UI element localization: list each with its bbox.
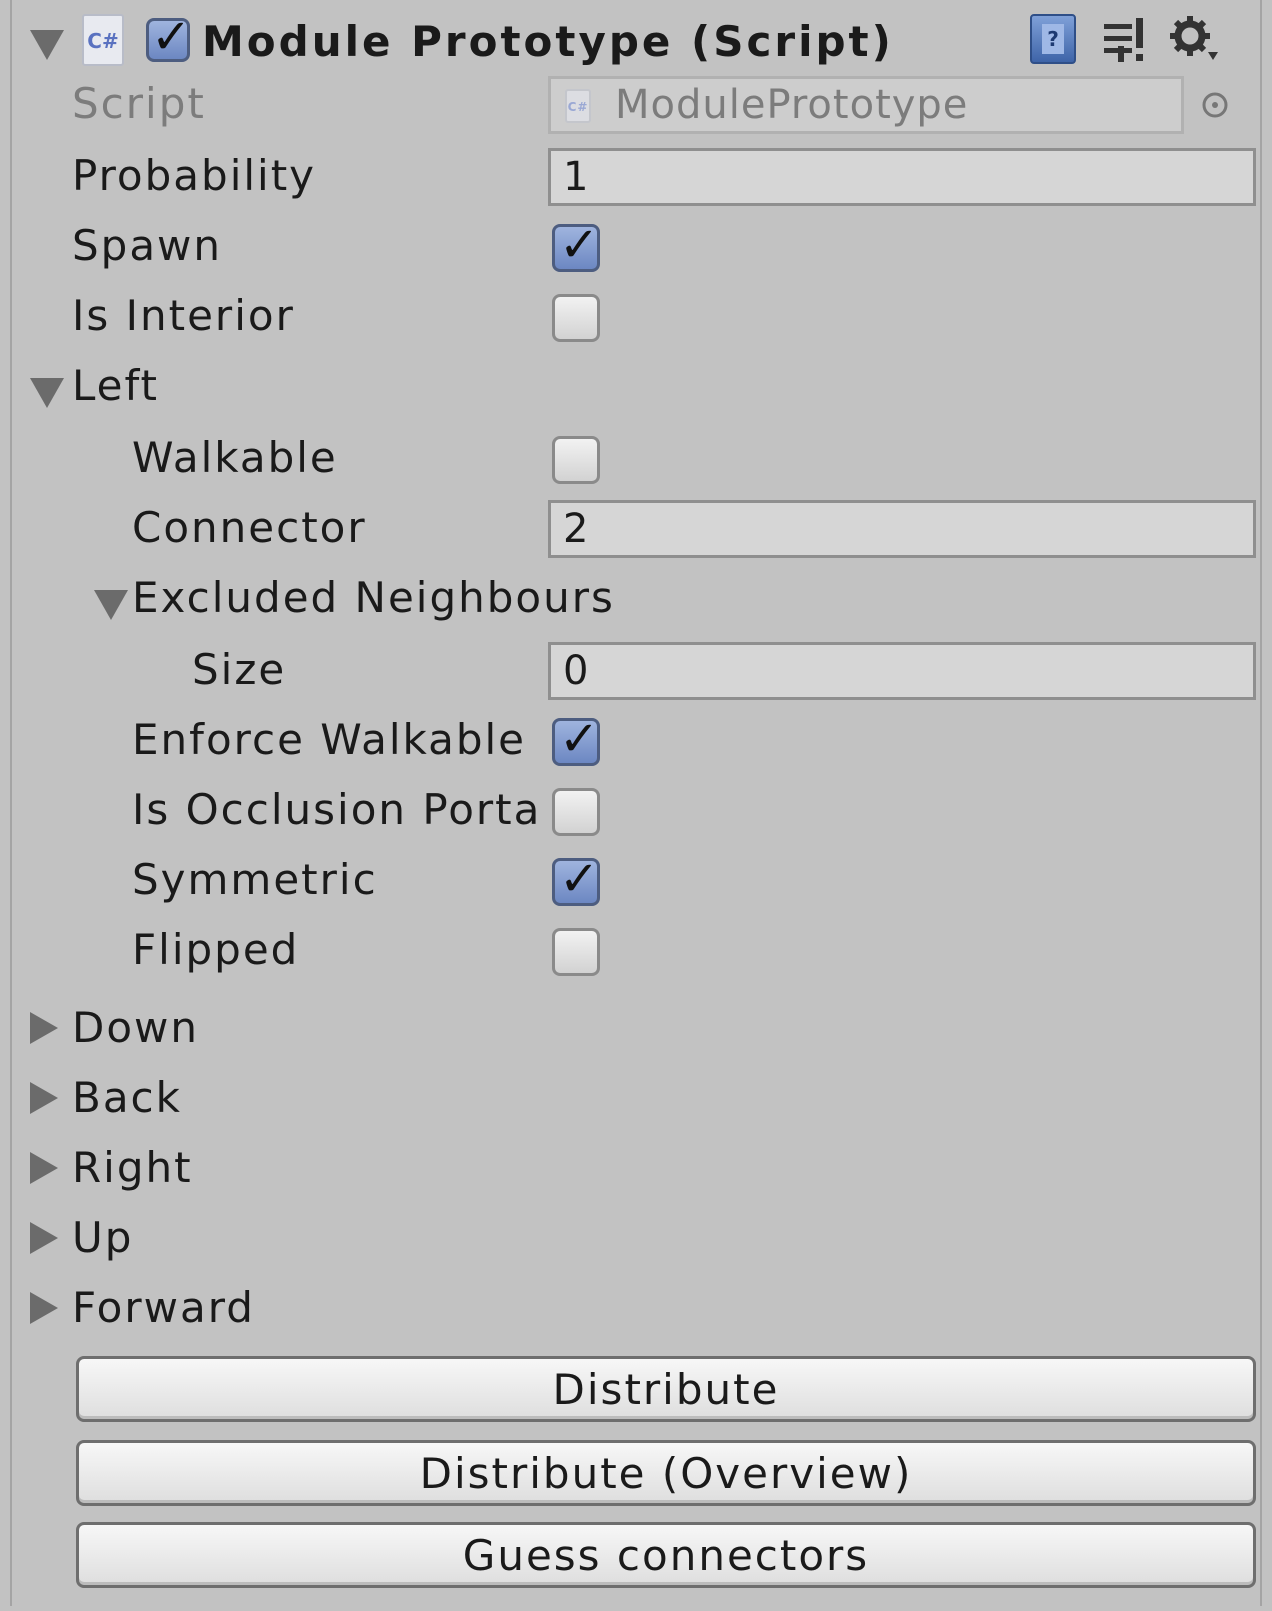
right-foldout-label[interactable]: Right <box>72 1140 193 1196</box>
enforce-walkable-checkbox[interactable]: ✓ <box>552 711 600 767</box>
csharp-script-small-icon: C# <box>565 89 591 123</box>
guess-connectors-button[interactable]: Guess connectors <box>76 1522 1256 1588</box>
up-foldout-label[interactable]: Up <box>72 1210 133 1266</box>
connector-label: Connector <box>132 503 367 552</box>
forward-foldout-icon[interactable] <box>30 1292 58 1324</box>
distribute-overview-button[interactable]: Distribute (Overview) <box>76 1440 1256 1506</box>
distribute-button[interactable]: Distribute <box>76 1356 1256 1422</box>
is-interior-checkbox[interactable] <box>552 294 600 342</box>
connector-input[interactable]: 2 <box>548 500 1256 558</box>
walkable-label: Walkable <box>132 433 338 482</box>
flipped-checkbox[interactable] <box>552 928 600 976</box>
is-occlusion-portal-label: Is Occlusion Porta <box>132 785 542 834</box>
is-occlusion-portal-checkbox[interactable] <box>552 788 600 836</box>
is-interior-label: Is Interior <box>72 291 295 340</box>
size-label: Size <box>192 645 287 694</box>
forward-foldout-label[interactable]: Forward <box>72 1280 255 1336</box>
script-field[interactable]: C# ModulePrototype <box>548 76 1184 134</box>
down-foldout-icon[interactable] <box>30 1012 58 1044</box>
symmetric-label: Symmetric <box>132 855 378 904</box>
spawn-label: Spawn <box>72 221 223 270</box>
fold-down-icon[interactable] <box>30 30 64 60</box>
right-foldout-icon[interactable] <box>30 1152 58 1184</box>
down-foldout-label[interactable]: Down <box>72 1000 199 1056</box>
script-value: ModulePrototype <box>615 82 969 128</box>
object-picker-icon[interactable] <box>1200 90 1230 120</box>
symmetric-checkbox[interactable]: ✓ <box>552 851 600 907</box>
flipped-label: Flipped <box>132 925 300 974</box>
csharp-script-icon: C# <box>82 14 124 66</box>
left-foldout-label[interactable]: Left <box>72 358 159 414</box>
back-foldout-icon[interactable] <box>30 1082 58 1114</box>
walkable-checkbox[interactable] <box>552 436 600 484</box>
size-input[interactable]: 0 <box>548 642 1256 700</box>
spawn-checkbox[interactable]: ✓ <box>552 217 600 273</box>
gear-icon[interactable] <box>1168 14 1220 62</box>
enforce-walkable-label: Enforce Walkable <box>132 715 527 764</box>
presets-icon[interactable] <box>1102 16 1148 64</box>
back-foldout-label[interactable]: Back <box>72 1070 182 1126</box>
probability-input[interactable]: 1 <box>548 148 1256 206</box>
component-enabled-checkbox[interactable]: ✓ <box>146 9 191 65</box>
left-foldout-icon[interactable] <box>30 378 64 408</box>
script-label: Script <box>72 79 206 128</box>
excluded-neighbours-foldout-icon[interactable] <box>94 590 128 620</box>
inspector-panel: C# ✓ Module Prototype (Script) ? Script … <box>10 0 1262 1606</box>
excluded-neighbours-label[interactable]: Excluded Neighbours <box>132 570 615 626</box>
help-book-icon[interactable]: ? <box>1030 14 1076 64</box>
probability-label: Probability <box>72 151 317 200</box>
up-foldout-icon[interactable] <box>30 1222 58 1254</box>
component-title: Module Prototype (Script) <box>202 17 894 66</box>
